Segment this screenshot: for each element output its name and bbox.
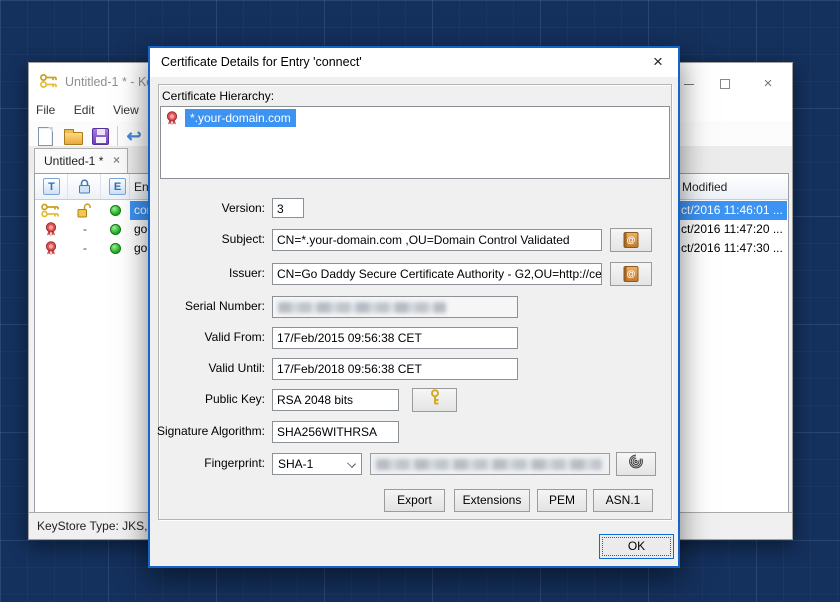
modified-column-header[interactable]: Modified xyxy=(682,180,727,194)
type-column-header[interactable]: T xyxy=(43,178,60,195)
fingerprint-icon xyxy=(629,454,644,474)
asn1-button[interactable]: ASN.1 xyxy=(593,489,653,512)
status-ok-icon xyxy=(110,205,121,216)
address-book-icon: @ xyxy=(624,266,639,282)
valid-until-field: 17/Feb/2018 09:56:38 CET xyxy=(272,358,518,380)
menu-edit[interactable]: Edit xyxy=(67,101,102,119)
desktop: Untitled-1 * - Ke × File Edit View Too ↩… xyxy=(0,0,840,602)
redacted-fingerprint-value xyxy=(376,459,602,470)
maximize-button[interactable] xyxy=(716,75,734,93)
certificate-rosette-icon xyxy=(44,241,58,261)
toolbar-separator xyxy=(117,126,118,146)
signature-algorithm-label: Signature Algorithm: xyxy=(152,424,265,438)
dialog-titlebar[interactable]: Certificate Details for Entry 'connect' … xyxy=(150,48,678,77)
public-key-label: Public Key: xyxy=(152,392,265,406)
app-keys-icon xyxy=(39,73,59,89)
modified-cell: ct/2016 11:47:20 ... xyxy=(681,220,783,239)
fingerprint-details-button[interactable] xyxy=(616,452,656,476)
fingerprint-algorithm-select[interactable]: SHA-1 xyxy=(272,453,362,475)
subject-field: CN=*.your-domain.com ,OU=Domain Control … xyxy=(272,229,602,251)
close-icon[interactable]: × xyxy=(759,75,777,93)
fingerprint-algorithm-value: SHA-1 xyxy=(278,457,313,471)
no-lock-dash: - xyxy=(80,220,90,239)
valid-from-label: Valid From: xyxy=(152,330,265,344)
keystore-type-status: KeyStore Type: JKS, Si xyxy=(37,519,162,533)
extensions-button[interactable]: Extensions xyxy=(454,489,530,512)
fingerprint-label: Fingerprint: xyxy=(152,456,265,470)
hierarchy-label: Certificate Hierarchy: xyxy=(162,89,274,103)
tab-close-icon[interactable]: × xyxy=(113,153,120,167)
dialog-title: Certificate Details for Entry 'connect' xyxy=(161,55,362,69)
chevron-down-icon xyxy=(347,459,356,468)
main-window-title: Untitled-1 * - Ke xyxy=(65,75,153,89)
menu-file[interactable]: File xyxy=(29,101,62,119)
certificate-rosette-icon xyxy=(165,111,179,131)
subject-label: Subject: xyxy=(152,232,265,246)
dialog-close-icon[interactable]: × xyxy=(648,51,668,73)
serial-number-label: Serial Number: xyxy=(152,299,265,313)
issuer-label: Issuer: xyxy=(152,266,265,280)
signature-algorithm-field: SHA256WITHRSA xyxy=(272,421,399,443)
tab-untitled-1[interactable]: Untitled-1 * × xyxy=(34,148,128,173)
expiry-column-header[interactable]: E xyxy=(109,178,126,195)
fingerprint-field xyxy=(370,453,610,475)
version-field: 3 xyxy=(272,198,304,218)
valid-from-field: 17/Feb/2015 09:56:38 CET xyxy=(272,327,518,349)
selected-tree-item-label[interactable]: *.your-domain.com xyxy=(185,109,296,127)
export-button[interactable]: Export xyxy=(384,489,445,512)
modified-cell: ct/2016 11:47:30 ... xyxy=(681,239,783,258)
tab-label: Untitled-1 * xyxy=(44,154,103,168)
minimize-button[interactable] xyxy=(680,75,698,93)
serial-number-field xyxy=(272,296,518,318)
status-ok-icon xyxy=(110,243,121,254)
modified-cell: ct/2016 11:46:01 ... xyxy=(681,201,783,220)
redacted-serial-value xyxy=(278,302,446,313)
public-key-field: RSA 2048 bits xyxy=(272,389,399,411)
pem-button[interactable]: PEM xyxy=(537,489,587,512)
certificate-hierarchy-tree[interactable]: *.your-domain.com xyxy=(160,106,670,179)
menu-view[interactable]: View xyxy=(106,101,146,119)
lock-column-header-icon[interactable] xyxy=(78,179,91,199)
status-ok-icon xyxy=(110,224,121,235)
key-icon xyxy=(429,389,441,411)
version-label: Version: xyxy=(152,201,265,215)
ok-button[interactable]: OK xyxy=(599,534,674,559)
certificate-details-dialog: Certificate Details for Entry 'connect' … xyxy=(148,46,680,568)
address-book-icon: @ xyxy=(624,232,639,248)
no-lock-dash: - xyxy=(80,239,90,258)
issuer-distinguished-name-button[interactable]: @ xyxy=(610,262,652,286)
subject-distinguished-name-button[interactable]: @ xyxy=(610,228,652,252)
issuer-field: CN=Go Daddy Secure Certificate Authority… xyxy=(272,263,602,285)
valid-until-label: Valid Until: xyxy=(152,361,265,375)
public-key-details-button[interactable] xyxy=(412,388,457,412)
